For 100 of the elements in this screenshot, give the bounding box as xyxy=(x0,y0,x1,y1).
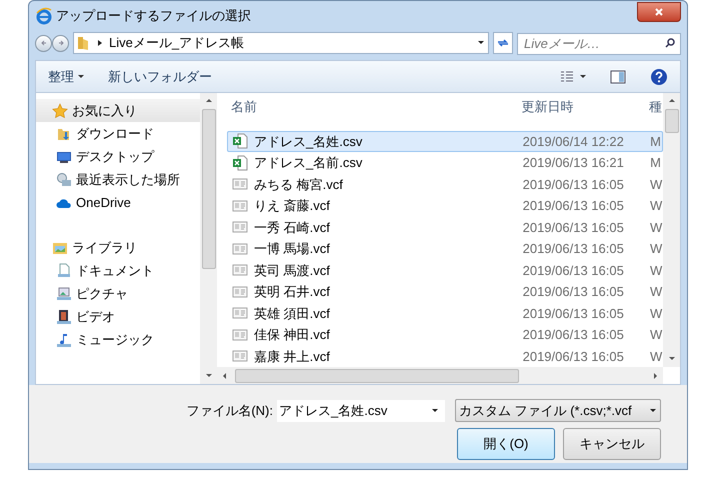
file-row[interactable]: みちる 梅宮.vcf 2019/06/13 16:05 W xyxy=(227,174,663,195)
scroll-down-arrow-icon[interactable] xyxy=(204,372,212,380)
sidebar-group-item[interactable]: ライブラリ xyxy=(36,236,200,259)
file-row[interactable]: アドレス_名姓.csv 2019/06/14 12:22 M xyxy=(227,130,663,152)
file-row[interactable]: 嘉康 井上.vcf 2019/06/13 16:05 W xyxy=(227,346,663,367)
modified-date: 2019/06/13 16:05 xyxy=(522,283,625,301)
caret-icon xyxy=(580,74,586,80)
modified-date: 2019/06/13 16:21 xyxy=(522,154,625,172)
sidebar-item-label: デスクトップ xyxy=(76,148,154,166)
file-row[interactable]: アドレス_名前.csv 2019/06/13 16:21 M xyxy=(227,152,663,174)
file-name: みちる 梅宮.vcf xyxy=(254,176,343,194)
preview-pane-icon[interactable] xyxy=(610,68,626,84)
file-row[interactable]: 一秀 石崎.vcf 2019/06/13 16:05 W xyxy=(227,216,663,238)
sidebar-item-label: 最近表示した場所 xyxy=(76,170,180,189)
horizontal-scrollbar[interactable] xyxy=(217,367,663,384)
file-row[interactable]: 一博 馬場.vcf 2019/06/13 16:05 W xyxy=(227,238,663,260)
filetype-dropdown[interactable]: カスタム ファイル (*.csv;*.vcf xyxy=(455,399,661,422)
browser-logo-icon xyxy=(35,7,53,25)
dropdown-caret-icon[interactable] xyxy=(477,39,485,47)
dropdown-caret-icon xyxy=(431,406,439,414)
help-icon[interactable] xyxy=(650,68,668,86)
file-row[interactable]: 英明 石井.vcf 2019/06/13 16:05 W xyxy=(227,281,663,302)
contact-card-icon xyxy=(232,305,248,322)
sidebar-group-item[interactable]: お気に入り xyxy=(36,99,200,122)
address-path: Liveメール_アドレス帳 xyxy=(109,34,244,52)
contact-card-icon xyxy=(232,284,248,300)
column-header[interactable]: 更新日時 xyxy=(518,96,650,116)
refresh-button[interactable] xyxy=(493,32,513,54)
vertical-scrollbar[interactable] xyxy=(663,93,680,367)
modified-date: 2019/06/13 16:05 xyxy=(522,218,625,236)
file-name: 英明 石井.vcf xyxy=(254,283,330,301)
refresh-arrows-icon xyxy=(497,37,509,49)
spreadsheet-icon xyxy=(232,154,248,171)
open-button[interactable]: 開く(O) xyxy=(457,428,555,460)
scrollbar-thumb[interactable] xyxy=(664,109,678,133)
sidebar-item-label: ドキュメント xyxy=(76,262,154,280)
cancel-button[interactable]: キャンセル xyxy=(563,428,661,460)
window-title: アップロードするファイルの選択 xyxy=(56,7,251,26)
sidebar-item[interactable]: デスクトップ xyxy=(36,145,200,168)
folder-icon xyxy=(77,35,91,51)
sidebar-item-label: OneDrive xyxy=(76,194,131,212)
scrollbar-thumb[interactable] xyxy=(235,368,519,382)
organize-menu-button[interactable]: 整理 xyxy=(48,66,84,86)
modified-date: 2019/06/13 16:05 xyxy=(522,197,625,215)
table-cell-text: W xyxy=(650,348,662,366)
column-header[interactable]: 名前 xyxy=(227,96,518,116)
scroll-left-arrow-icon[interactable] xyxy=(221,372,229,380)
caret-icon xyxy=(78,74,84,80)
sidebar-group-label: お気に入り xyxy=(72,102,137,120)
close-button[interactable] xyxy=(637,2,681,22)
table-cell-text: M xyxy=(650,154,662,172)
modified-date: 2019/06/13 16:05 xyxy=(522,176,625,194)
sidebar-item[interactable]: OneDrive xyxy=(36,191,200,214)
modified-date: 2019/06/14 12:22 xyxy=(522,132,625,150)
music-note-icon xyxy=(56,332,72,348)
file-row[interactable]: りえ 斎藤.vcf 2019/06/13 16:05 W xyxy=(227,195,663,216)
contact-card-icon xyxy=(232,348,248,364)
new-folder-button[interactable]: 新しいフォルダー xyxy=(108,66,212,86)
file-name: 佳保 神田.vcf xyxy=(254,326,330,344)
filename-field[interactable]: アドレス_名姓.csv xyxy=(277,400,445,422)
sidebar-item[interactable]: 最近表示した場所 xyxy=(36,168,200,191)
scroll-up-arrow-icon[interactable] xyxy=(668,97,676,105)
address-bar[interactable]: Liveメール_アドレス帳 xyxy=(73,32,489,54)
sidebar-item[interactable]: ミュージック xyxy=(36,328,200,351)
file-name: 嘉康 井上.vcf xyxy=(254,348,330,366)
filename-label: ファイル名(N): xyxy=(186,402,273,420)
file-row[interactable]: 佳保 神田.vcf 2019/06/13 16:05 W xyxy=(227,324,663,346)
scroll-up-arrow-icon[interactable] xyxy=(204,97,212,105)
file-row[interactable]: 英司 馬渡.vcf 2019/06/13 16:05 W xyxy=(227,260,663,281)
sidebar-item[interactable]: ビデオ xyxy=(36,305,200,328)
vertical-scrollbar[interactable] xyxy=(200,93,217,384)
sidebar-item[interactable]: ピクチャ xyxy=(36,282,200,305)
contact-card-icon xyxy=(232,262,248,278)
modified-date: 2019/06/13 16:05 xyxy=(522,304,625,322)
search-field[interactable]: Liveメール… xyxy=(517,32,681,54)
sidebar-item-label: ビデオ xyxy=(76,308,115,326)
contact-card-icon xyxy=(232,219,248,236)
table-cell-text: W xyxy=(650,326,662,344)
sidebar-group-label: ライブラリ xyxy=(72,238,137,257)
table-cell-text: W xyxy=(650,197,662,215)
table-cell-text: M xyxy=(650,132,662,150)
modified-date: 2019/06/13 16:05 xyxy=(522,326,625,344)
forward-button[interactable] xyxy=(52,34,69,52)
scroll-down-arrow-icon[interactable] xyxy=(668,355,676,363)
table-cell-text: W xyxy=(650,176,662,194)
sidebar-item[interactable]: ダウンロード xyxy=(36,122,200,145)
sidebar-item[interactable]: ドキュメント xyxy=(36,259,200,282)
file-row[interactable]: 英雄 須田.vcf 2019/06/13 16:05 W xyxy=(227,302,663,324)
modified-date: 2019/06/13 16:05 xyxy=(522,348,625,366)
scrollbar-thumb[interactable] xyxy=(202,109,216,269)
view-options-button[interactable] xyxy=(560,70,586,84)
column-header[interactable]: 種 xyxy=(649,96,663,116)
modified-date: 2019/06/13 16:05 xyxy=(522,240,625,258)
table-cell-text: W xyxy=(650,262,662,280)
film-icon xyxy=(56,308,72,324)
recent-places-icon xyxy=(56,172,72,188)
scroll-right-arrow-icon[interactable] xyxy=(651,372,659,380)
dropdown-caret-icon xyxy=(649,406,657,414)
back-button[interactable] xyxy=(35,34,52,52)
table-cell-text: W xyxy=(650,240,662,258)
